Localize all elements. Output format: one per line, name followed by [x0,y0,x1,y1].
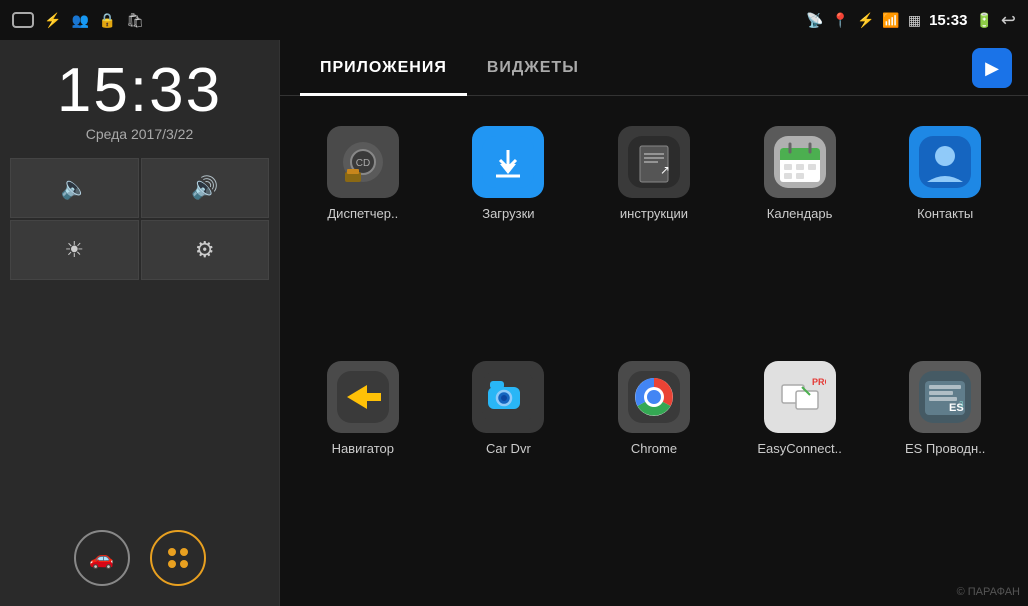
navigator-label: Навигатор [332,441,394,456]
battery-icon: 🔋 [975,12,992,29]
calendar-icon [764,126,836,198]
easyconnect-label: EasyConnect.. [757,441,842,456]
svg-text:↗: ↗ [660,163,670,177]
volume-low-icon: 🔈 [61,175,88,201]
es-icon: ES 3 [909,361,981,433]
right-panel: ПРИЛОЖЕНИЯ ВИДЖЕТЫ ▶ CD Диспетчер.. [280,40,1028,606]
chrome-icon [618,361,690,433]
equalizer-icon: ⚙ [195,237,215,263]
people-icon: 👥 [71,12,88,29]
app-chrome[interactable]: Chrome [581,351,727,586]
apps-button[interactable] [150,530,206,586]
bag-icon: 🛍 [126,12,144,29]
instructions-label: инструкции [620,206,688,221]
status-time: 15:33 [929,12,967,29]
car-button[interactable]: 🚗 [74,530,130,586]
app-easyconnect[interactable]: PRO EasyConnect.. [727,351,873,586]
location-icon: 📍 [832,12,849,29]
volume-high-btn[interactable]: 🔊 [141,158,270,218]
watermark: © ПАРАФАН [957,586,1020,598]
app-es[interactable]: ES 3 ES Проводн.. [872,351,1018,586]
bottom-controls: 🚗 [74,530,206,596]
apps-grid-icon [164,544,192,572]
status-left-icons: ⚡ 👥 🔒 🛍 [12,12,144,29]
app-dispatcher[interactable]: CD Диспетчер.. [290,116,436,351]
back-icon[interactable]: ↩ [1001,10,1016,31]
chrome-label: Chrome [631,441,677,456]
volume-low-btn[interactable]: 🔈 [10,158,139,218]
app-grid: CD Диспетчер.. Загрузки [280,96,1028,606]
play-store-icon: ▶ [985,58,999,79]
date-display: Среда 2017/3/22 [86,126,194,142]
bluetooth-icon: ⚡ [857,12,874,29]
cardvr-icon [472,361,544,433]
app-cardvr[interactable]: Car Dvr [436,351,582,586]
app-calendar[interactable]: Календарь [727,116,873,351]
cardvr-label: Car Dvr [486,441,531,456]
calendar-label: Календарь [767,206,833,221]
instructions-icon: ↗ [618,126,690,198]
brightness-btn[interactable]: ☀ [10,220,139,280]
tab-applications[interactable]: ПРИЛОЖЕНИЯ [300,40,467,96]
dispatcher-label: Диспетчер.. [327,206,398,221]
usb-icon: ⚡ [44,12,61,29]
svg-text:PRO: PRO [812,377,826,387]
car-icon: 🚗 [89,546,114,571]
cast-icon: 📡 [806,12,823,29]
quick-controls: 🔈 🔊 ☀ ⚙ [10,158,269,280]
contacts-label: Контакты [917,206,973,221]
status-bar: ⚡ 👥 🔒 🛍 📡 📍 ⚡ 📶 ▦ 15:33 🔋 ↩ [0,0,1028,40]
left-panel: 15:33 Среда 2017/3/22 🔈 🔊 ☀ ⚙ 🚗 [0,40,280,606]
dispatcher-icon: CD [327,126,399,198]
svg-text:CD: CD [356,158,370,169]
downloads-icon [472,126,544,198]
store-button[interactable]: ▶ [972,48,1012,88]
es-label: ES Проводн.. [905,441,985,456]
app-downloads[interactable]: Загрузки [436,116,582,351]
signal-icon: 📶 [882,12,899,29]
tabs-container: ПРИЛОЖЕНИЯ ВИДЖЕТЫ ▶ [280,40,1028,96]
brightness-icon: ☀ [64,237,84,263]
tab-widgets[interactable]: ВИДЖЕТЫ [467,40,599,96]
network-icon: ▦ [908,12,921,29]
app-contacts[interactable]: Контакты [872,116,1018,351]
downloads-label: Загрузки [482,206,534,221]
home-icon [12,12,34,28]
volume-high-icon: 🔊 [191,175,218,201]
easyconnect-icon: PRO [764,361,836,433]
app-navigator[interactable]: Навигатор [290,351,436,586]
lock-icon: 🔒 [99,12,116,29]
svg-text:3: 3 [959,400,964,409]
app-instructions[interactable]: ↗ инструкции [581,116,727,351]
equalizer-btn[interactable]: ⚙ [141,220,270,280]
contacts-icon [909,126,981,198]
navigator-icon [327,361,399,433]
status-right-icons: 📡 📍 ⚡ 📶 ▦ 15:33 🔋 ↩ [806,10,1016,31]
clock-display: 15:33 [57,60,222,122]
